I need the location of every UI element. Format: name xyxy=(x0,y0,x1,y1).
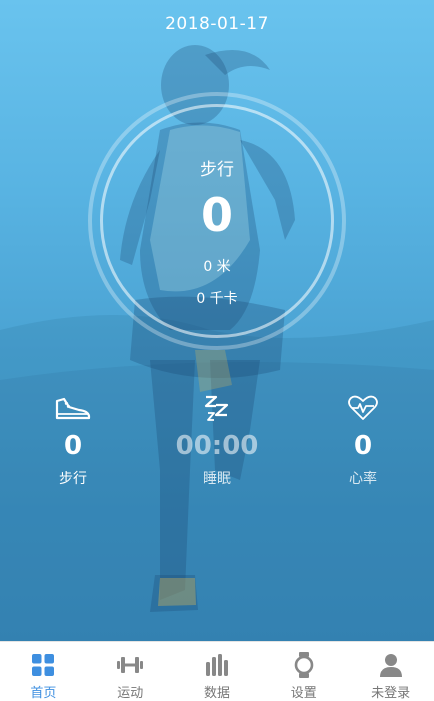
tab-settings[interactable]: 设置 xyxy=(260,642,347,701)
tab-settings-label: 设置 xyxy=(290,686,317,701)
user-icon xyxy=(379,652,403,678)
dumbbell-icon xyxy=(116,652,144,678)
tab-exercise-label: 运动 xyxy=(117,686,144,701)
stat-steps[interactable]: 0 步行 xyxy=(18,392,128,488)
tab-exercise[interactable]: 运动 xyxy=(87,642,174,701)
ring-distance: 0 米 xyxy=(203,259,231,275)
stat-sleep[interactable]: 00:00 睡眠 xyxy=(162,392,272,488)
ring-step-count: 0 xyxy=(200,188,233,242)
stat-heart-rate[interactable]: 0 心率 xyxy=(308,392,418,488)
watch-icon xyxy=(294,652,314,678)
home-grid-icon xyxy=(31,652,55,678)
hero-background: 2018-01-17 步行 0 0 米 0 千卡 0 步行 00:00 睡眠 0… xyxy=(0,0,434,641)
stat-sleep-label: 睡眠 xyxy=(203,471,231,487)
heart-rate-icon xyxy=(308,392,418,424)
date-label: 2018-01-17 xyxy=(165,14,269,34)
bottom-tab-bar: 首页 运动 数据 设置 未登录 xyxy=(0,641,434,701)
stat-sleep-value: 00:00 xyxy=(175,431,259,461)
stat-steps-value: 0 xyxy=(63,431,83,461)
shoe-icon xyxy=(18,392,128,424)
tab-login[interactable]: 未登录 xyxy=(347,642,434,701)
stat-heart-rate-value: 0 xyxy=(353,431,373,461)
ring-title: 步行 xyxy=(200,160,234,180)
tab-login-label: 未登录 xyxy=(371,686,411,701)
stat-steps-label: 步行 xyxy=(59,471,87,487)
tab-data-label: 数据 xyxy=(203,686,230,701)
stat-heart-rate-label: 心率 xyxy=(349,471,377,487)
sleep-zzz-icon xyxy=(162,392,272,424)
tab-data[interactable]: 数据 xyxy=(174,642,261,701)
tab-home-label: 首页 xyxy=(30,686,57,701)
ring-calories: 0 千卡 xyxy=(196,291,238,307)
tab-home[interactable]: 首页 xyxy=(0,642,87,701)
bar-chart-icon xyxy=(205,652,229,678)
